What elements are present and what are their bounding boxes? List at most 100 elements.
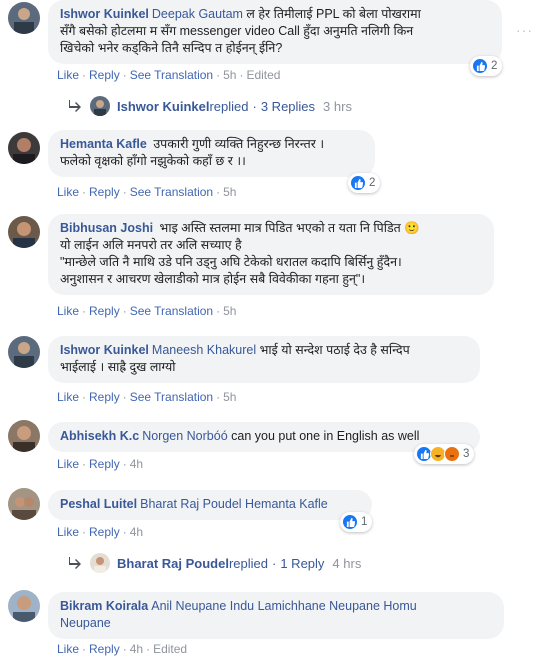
reply-author: Bharat Raj Poudel [117, 555, 229, 571]
reaction-count: 1 [361, 516, 368, 528]
comment-text: "मान्छेले जति नै माथि उडे पनि उड्नु अघि … [60, 255, 402, 269]
edited-label[interactable]: Edited [153, 642, 187, 656]
reaction-summary[interactable]: 3 [414, 444, 475, 464]
reply-button[interactable]: Reply [89, 525, 120, 539]
comment-text: भाईलाई । साह्रै दुख लाग्यो [60, 360, 176, 374]
avatar[interactable] [8, 590, 40, 622]
replied-label: replied [228, 555, 268, 571]
like-icon [350, 175, 366, 191]
reply-time: 3 hrs [323, 98, 352, 114]
reply-button[interactable]: Reply [89, 304, 120, 318]
edited-label[interactable]: Edited [246, 68, 280, 82]
comment-actions: Like · Reply · See Translation · 5h · Edited [57, 68, 281, 82]
reply-button[interactable]: Reply [89, 68, 120, 82]
reply-arrow-icon [69, 100, 81, 112]
comment-text: अनुशासन र आचरण खेलाडीको मात्र होईन सबै व… [60, 272, 366, 286]
comment-mention[interactable]: Norgen Norbóó [142, 429, 227, 443]
reaction-count: 2 [491, 60, 498, 72]
see-translation-button[interactable]: See Translation [130, 390, 213, 404]
comment-mention[interactable]: Homu [383, 599, 416, 613]
comment-author[interactable]: Bikram Koirala [60, 599, 148, 613]
like-icon [472, 58, 488, 74]
reaction-count: 2 [369, 177, 376, 189]
comment-bubble: Bikram Koirala Anil Neupane Indu Lamichha… [48, 592, 504, 639]
comment-text: उपकारी गुणी व्यक्ति निहुरन्छ निरन्तर । [149, 137, 325, 151]
comment-author[interactable]: Ishwor Kuinkel [60, 343, 149, 357]
see-translation-button[interactable]: See Translation [130, 68, 213, 82]
comment-time[interactable]: 5h [223, 304, 236, 318]
reply-button[interactable]: Reply [89, 185, 120, 199]
reaction-summary[interactable]: 2 [348, 173, 381, 193]
avatar[interactable] [8, 336, 40, 368]
comment-actions: Like · Reply · See Translation · 5h [57, 185, 237, 199]
comment-text: भाइ अस्ति स्तलमा मात्र पिडित भएको त यता … [156, 221, 401, 235]
comment-text: सँगै बसेको होटलमा म सँग messenger video … [60, 24, 414, 38]
reaction-summary[interactable]: 1 [340, 512, 373, 532]
reply-thread[interactable]: Ishwor Kuinkel replied · 3 Replies 3 hrs [68, 96, 352, 116]
reaction-summary[interactable]: 2 [470, 56, 503, 76]
comment-mention[interactable]: Neupane [60, 616, 111, 630]
avatar[interactable] [8, 488, 40, 520]
avatar[interactable] [8, 132, 40, 164]
comment-actions: Like · Reply · 4h [57, 525, 144, 539]
like-button[interactable]: Like [57, 390, 79, 404]
avatar[interactable] [8, 216, 40, 248]
reply-arrow-icon [69, 557, 81, 569]
comment-text: फलेको वृक्षको हाँगो नझुकेको कहाँ छ र ।। [60, 154, 246, 168]
comment-bubble: Ishwor Kuinkel Deepak Gautam ल हेर तिमीला… [48, 0, 502, 64]
reply-button[interactable]: Reply [89, 457, 120, 471]
comment-text: ल हेर तिमीलाई PPL को बेला पोखरामा [242, 7, 421, 21]
reply-button[interactable]: Reply [89, 642, 120, 656]
angry-icon [444, 446, 460, 462]
reaction-count: 3 [463, 448, 470, 460]
comment-bubble: Bibhusan Joshi भाइ अस्ति स्तलमा मात्र पि… [48, 214, 494, 295]
comment-actions: Like · Reply · 4h [57, 457, 144, 471]
see-translation-button[interactable]: See Translation [130, 185, 213, 199]
avatar [90, 553, 110, 573]
comment-text: खिचेको भनेर कड्किने तिनै सन्दिप त होईनन्… [60, 41, 283, 55]
comment-author[interactable]: Peshal Luitel [60, 497, 137, 511]
comment-author[interactable]: Hemanta Kafle [60, 137, 147, 151]
reply-time: 4 hrs [332, 555, 362, 571]
comment-mention[interactable]: Bharat Raj Poudel [140, 497, 241, 511]
comment-bubble: Peshal Luitel Bharat Raj Poudel Hemanta K… [48, 490, 372, 520]
comment-mention[interactable]: Hemanta Kafle [245, 497, 328, 511]
avatar[interactable] [8, 2, 40, 34]
reply-button[interactable]: Reply [89, 390, 120, 404]
comment-text: can you put one in English as well [227, 429, 420, 443]
comment-time[interactable]: 5h [223, 185, 236, 199]
comment-time[interactable]: 5h [223, 390, 236, 404]
like-button[interactable]: Like [57, 304, 79, 318]
comment-author[interactable]: Abhisekh K.c [60, 429, 139, 443]
comment-time[interactable]: 4h [130, 525, 143, 539]
comment-time[interactable]: 4h [130, 457, 143, 471]
replied-label: replied [209, 98, 249, 114]
comment-actions: Like · Reply · See Translation · 5h [57, 390, 237, 404]
comment-author[interactable]: Bibhusan Joshi [60, 221, 153, 235]
comment-mention[interactable]: Maneesh Khakurel [152, 343, 256, 357]
see-translation-button[interactable]: See Translation [130, 304, 213, 318]
comment-mention[interactable]: Indu Lamichhane Neupane [230, 599, 380, 613]
comment-bubble: Ishwor Kuinkel Maneesh Khakurel भाई यो सन… [48, 336, 480, 383]
like-button[interactable]: Like [57, 642, 79, 656]
comment-text: यो लाईन अलि मनपरो तर अलि सच्याए है [60, 238, 242, 252]
reply-count: 1 Reply [280, 555, 325, 571]
comment-author[interactable]: Ishwor Kuinkel [60, 7, 149, 21]
reply-thread[interactable]: Bharat Raj Poudel replied · 1 Reply 4 hrs [68, 553, 361, 573]
comment-time[interactable]: 5h [223, 68, 236, 82]
like-button[interactable]: Like [57, 525, 79, 539]
slightly-smiling-emoji: 🙂 [404, 221, 420, 235]
comment-mention[interactable]: Deepak Gautam [152, 7, 243, 21]
comment-text: भाई यो सन्देश पठाई देउ है सन्दिप [256, 343, 410, 357]
comment-actions: Like · Reply · 4h · Edited [57, 642, 188, 656]
comment-actions: Like · Reply · See Translation · 5h [57, 304, 237, 318]
comment-time[interactable]: 4h [130, 642, 143, 656]
comment-mention[interactable]: Anil Neupane [151, 599, 226, 613]
comment-bubble: Hemanta Kafle उपकारी गुणी व्यक्ति निहुरन… [48, 130, 375, 177]
like-icon [342, 514, 358, 530]
like-button[interactable]: Like [57, 185, 79, 199]
like-button[interactable]: Like [57, 457, 79, 471]
avatar[interactable] [8, 420, 40, 452]
more-options-icon[interactable]: ··· [516, 22, 533, 38]
like-button[interactable]: Like [57, 68, 79, 82]
